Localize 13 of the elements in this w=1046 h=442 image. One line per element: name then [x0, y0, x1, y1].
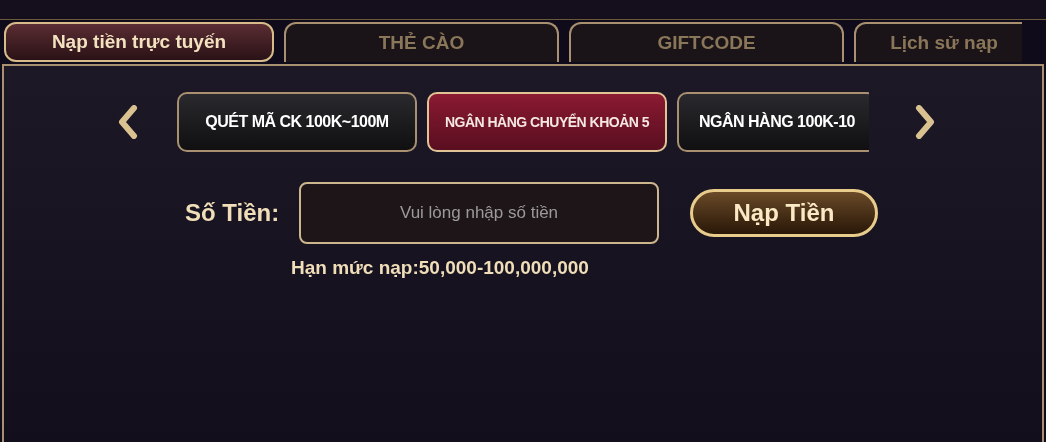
chevron-left-icon[interactable] [116, 105, 140, 139]
chevron-right-icon[interactable] [913, 105, 937, 139]
tab[interactable]: THẺ CÀO [284, 22, 559, 62]
amount-field[interactable]: Vui lòng nhập số tiền [299, 182, 659, 244]
deposit-limit-text: Hạn mức nạp:50,000-100,000,000 [291, 256, 589, 280]
payment-method-button[interactable]: NGÂN HÀNG CHUYỂN KHOẢN 5 [427, 92, 667, 152]
tab[interactable]: Nạp tiền trực tuyến [4, 22, 274, 62]
payment-method-button[interactable]: QUÉT MÃ CK 100K~100M [177, 92, 417, 152]
payment-method-button[interactable]: NGÂN HÀNG 100K-10 [677, 92, 869, 152]
amount-label: Số Tiền: [185, 198, 281, 228]
submit-button[interactable]: Nạp Tiền [690, 189, 878, 237]
tab[interactable]: GIFTCODE [569, 22, 844, 62]
tab[interactable]: Lịch sử nạp [854, 22, 1022, 62]
